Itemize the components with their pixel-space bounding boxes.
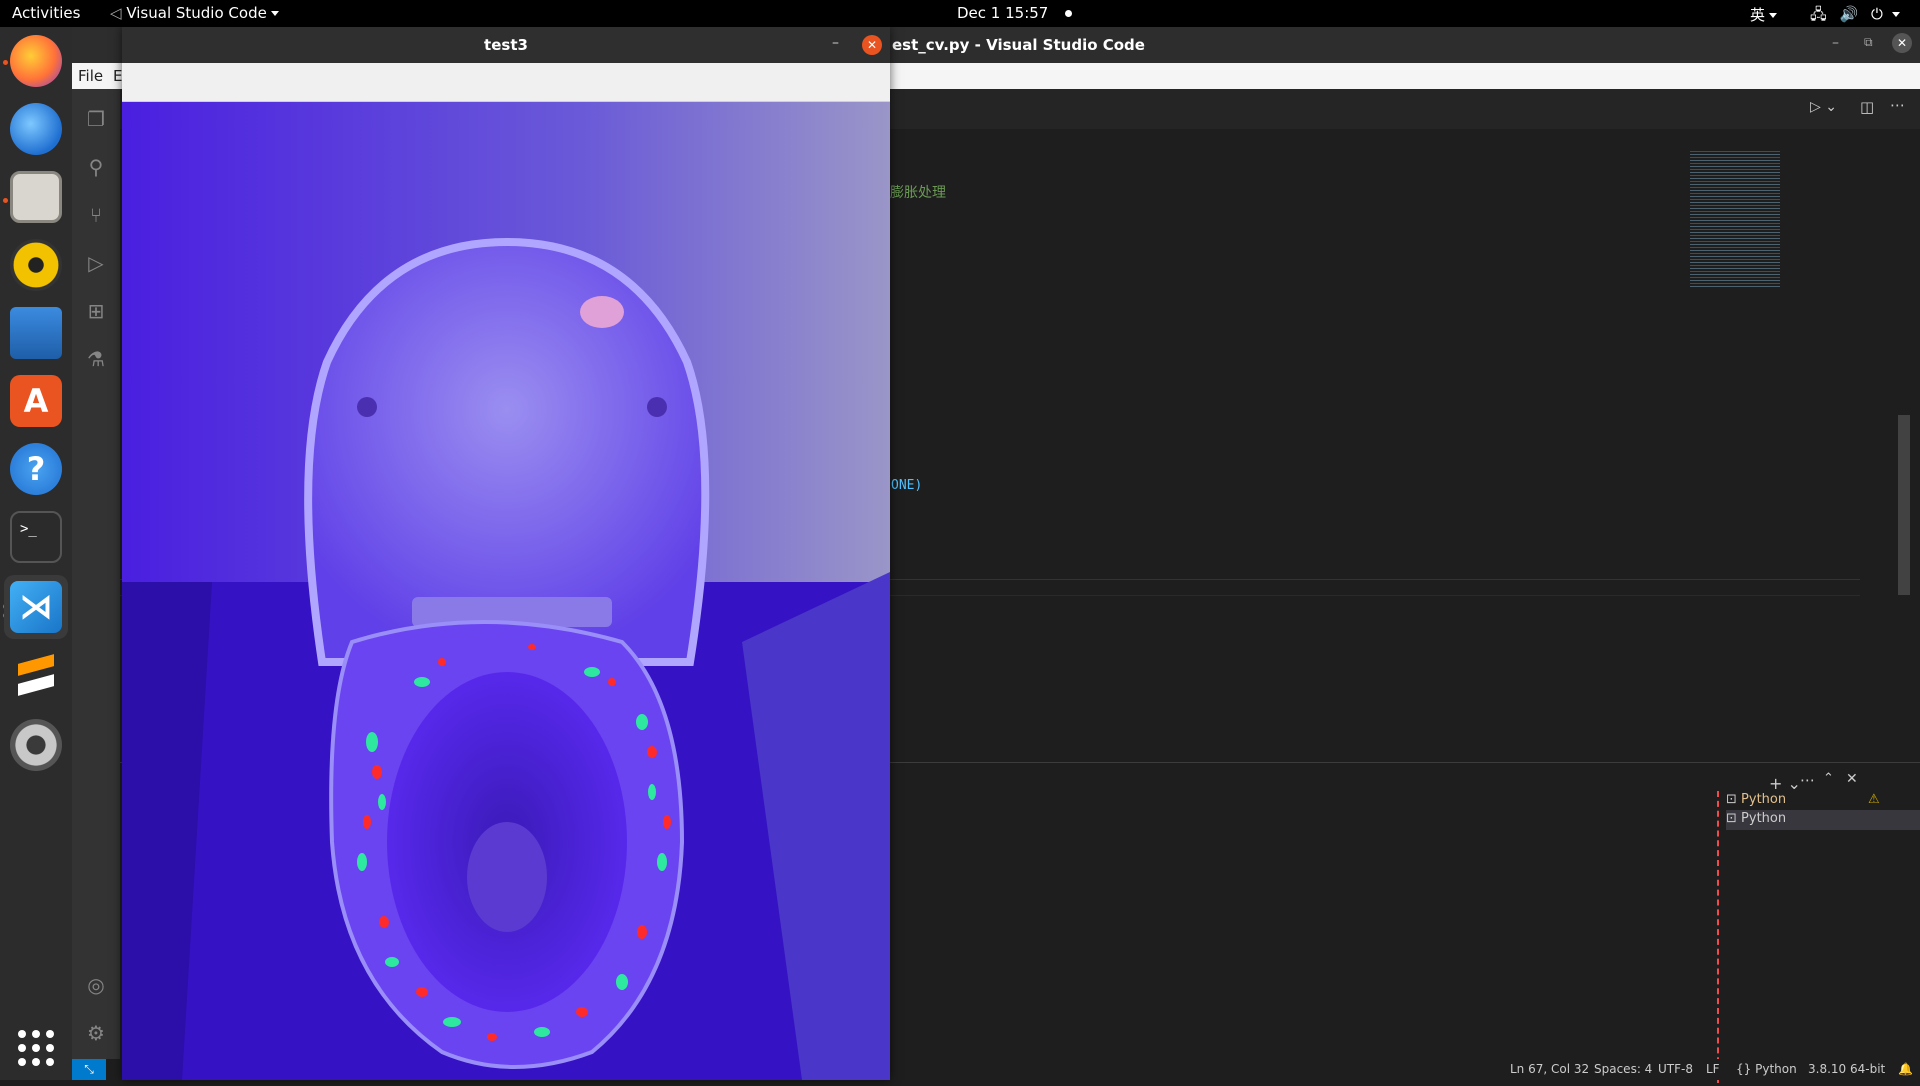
testing-icon[interactable]: ⚗ xyxy=(84,347,108,371)
opencv-image-window: test3 – ✕ xyxy=(122,27,890,1080)
running-indicator xyxy=(3,60,8,65)
system-menu[interactable]: 🖧 🔊 ⏻ xyxy=(1810,4,1900,29)
notification-dot-icon xyxy=(1065,10,1073,17)
app-menu[interactable]: ◁ Visual Studio Code xyxy=(110,4,279,22)
status-language-label: Python xyxy=(1755,1062,1797,1076)
status-indentation[interactable]: Spaces: 4 xyxy=(1594,1062,1652,1076)
clock[interactable]: Dec 1 15:57 xyxy=(957,4,1073,22)
terminal-icon[interactable]: >_ xyxy=(10,511,62,563)
notifications-bell-icon[interactable]: 🔔 xyxy=(1898,1062,1913,1076)
manage-gear-icon[interactable]: ⚙ xyxy=(84,1021,108,1045)
source-control-icon[interactable]: ⑂ xyxy=(84,203,108,227)
maximize-icon[interactable]: ⧉ xyxy=(1864,35,1873,50)
new-terminal-icon[interactable]: + ⌄ xyxy=(1769,774,1801,793)
code-fragment-text: ONE) xyxy=(891,478,923,493)
terminal-tab-2[interactable]: ⊡ Python xyxy=(1726,810,1920,830)
settings-icon[interactable] xyxy=(10,719,62,771)
cv-window-toolbar xyxy=(122,63,890,102)
extensions-icon[interactable]: ⊞ xyxy=(84,299,108,323)
window-title: est_cv.py - Visual Studio Code xyxy=(892,36,1145,54)
app-menu-label: Visual Studio Code xyxy=(126,4,267,22)
dock: A ? >_ ⋊ xyxy=(0,27,72,1080)
run-file-icon[interactable]: ▷ ⌄ xyxy=(1810,99,1837,115)
maximize-panel-icon[interactable]: ⌃ xyxy=(1823,771,1834,786)
help-icon[interactable]: ? xyxy=(10,443,62,495)
files-icon[interactable] xyxy=(10,171,62,223)
search-icon[interactable]: ⚲ xyxy=(84,155,108,179)
writer-icon[interactable] xyxy=(10,307,62,359)
remote-indicator-icon[interactable]: ⤡ xyxy=(72,1059,106,1080)
account-icon[interactable]: ◎ xyxy=(84,973,108,997)
run-debug-icon[interactable]: ▷ xyxy=(84,251,108,275)
minimize-icon[interactable]: – xyxy=(1832,35,1839,51)
show-applications-icon[interactable] xyxy=(18,1030,54,1066)
running-indicator xyxy=(3,198,8,203)
explorer-icon[interactable]: ❐ xyxy=(84,107,108,131)
clock-label: Dec 1 15:57 xyxy=(957,4,1049,22)
status-interpreter[interactable]: 3.8.10 64-bit xyxy=(1808,1062,1885,1076)
code-fragment: ONE) xyxy=(891,478,922,493)
sublime-icon[interactable] xyxy=(10,651,62,703)
minimap[interactable] xyxy=(1690,149,1780,289)
minimize-icon[interactable]: – xyxy=(832,35,839,51)
gnome-top-bar: Activities ◁ Visual Studio Code Dec 1 15… xyxy=(0,0,1920,27)
firefox-icon[interactable] xyxy=(10,35,62,87)
close-icon[interactable]: ✕ xyxy=(1892,33,1912,53)
split-editor-icon[interactable]: ◫ xyxy=(1860,98,1874,116)
thunderbird-icon[interactable] xyxy=(10,103,62,155)
code-comment: 膨胀处理 xyxy=(890,185,946,201)
chevron-down-icon xyxy=(270,11,279,16)
chevron-down-icon xyxy=(1891,12,1900,17)
vscode-small-icon: ◁ xyxy=(110,4,122,22)
input-method-indicator[interactable]: 英 xyxy=(1750,4,1778,25)
more-actions-icon[interactable]: ⋯ xyxy=(1890,96,1905,114)
status-eol[interactable]: LF xyxy=(1706,1062,1720,1076)
terminal-icon-small: ⊡ xyxy=(1726,811,1737,826)
ime-label: 英 xyxy=(1750,6,1766,24)
cv-window-titlebar: test3 – ✕ xyxy=(122,27,890,63)
activities-button[interactable]: Activities xyxy=(12,4,80,22)
terminal-icon-small: ⊡ xyxy=(1726,792,1737,807)
terminal-tab-label: Python xyxy=(1741,792,1787,807)
vscode-icon[interactable]: ⋊ xyxy=(10,581,62,633)
status-language[interactable]: {} Python xyxy=(1736,1062,1797,1076)
warning-icon: ⚠ xyxy=(1868,792,1880,807)
panel-more-icon[interactable]: ⋯ xyxy=(1800,771,1815,789)
status-encoding[interactable]: UTF-8 xyxy=(1658,1062,1693,1076)
terminal-tab-1[interactable]: ⊡ Python ⚠ xyxy=(1726,792,1916,810)
volume-icon: 🔊 xyxy=(1839,5,1859,23)
network-icon: 🖧 xyxy=(1810,5,1827,23)
power-icon: ⏻ xyxy=(1870,5,1883,23)
close-panel-icon[interactable]: ✕ xyxy=(1846,771,1858,787)
software-icon[interactable]: A xyxy=(10,375,62,427)
cv-window-title: test3 xyxy=(484,36,528,54)
terminal-tab-label: Python xyxy=(1741,811,1787,826)
rhythmbox-icon[interactable] xyxy=(10,239,62,291)
uv-toilet-image[interactable] xyxy=(122,102,890,1080)
terminal-decoration-line xyxy=(1717,791,1719,1083)
activity-bar: ❐ ⚲ ⑂ ▷ ⊞ ⚗ ◎ ⚙ xyxy=(72,89,120,1080)
status-cursor-position[interactable]: Ln 67, Col 32 xyxy=(1510,1062,1589,1076)
editor-scrollbar[interactable] xyxy=(1898,415,1910,595)
toilet-photo xyxy=(122,102,890,1080)
chevron-down-icon xyxy=(1769,13,1778,18)
menu-file[interactable]: File xyxy=(78,67,103,85)
close-icon[interactable]: ✕ xyxy=(862,35,882,55)
braces-icon: {} xyxy=(1736,1062,1752,1076)
